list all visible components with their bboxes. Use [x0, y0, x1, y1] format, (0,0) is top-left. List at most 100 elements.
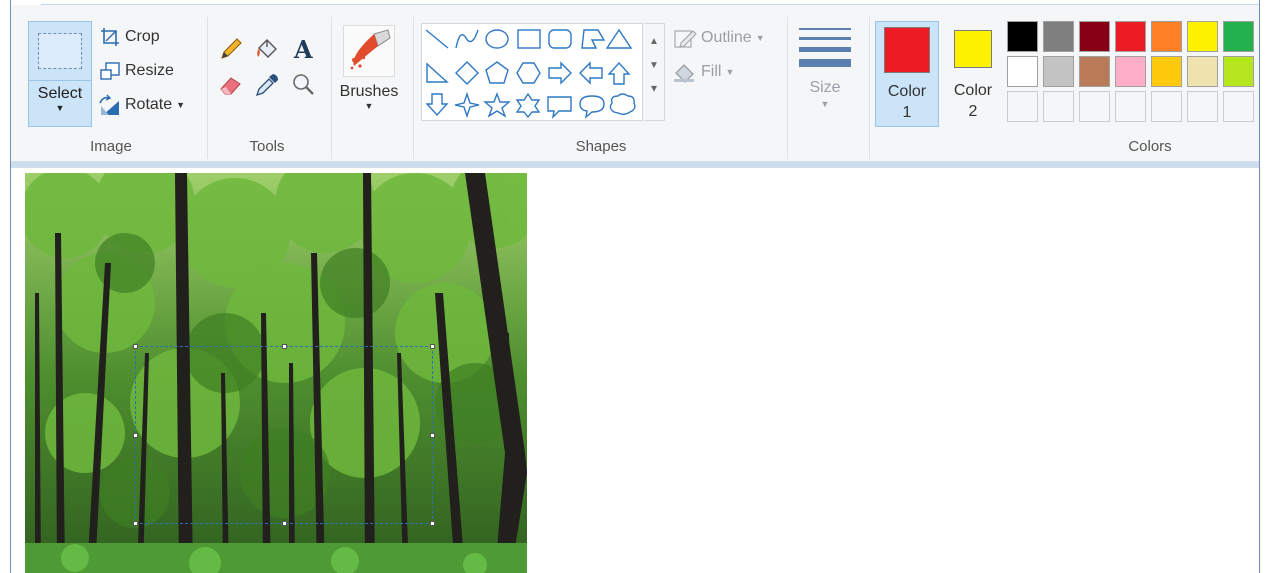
scroll-down-icon[interactable]: ▼ [644, 60, 664, 71]
brushes-label: Brushes [339, 83, 399, 100]
six-point-star-shape-icon [515, 92, 541, 119]
color1-button[interactable]: Color 1 [875, 21, 939, 127]
palette-color-swatch[interactable] [1223, 21, 1254, 52]
rounded-rectangle-shape-icon [548, 29, 572, 49]
brushes-button[interactable]: Brushes ▼ [333, 21, 405, 127]
resize-button[interactable]: Resize [99, 58, 174, 84]
fill-dropdown-arrow-icon[interactable]: ▼ [725, 67, 734, 77]
down-arrow-shape-icon [425, 93, 449, 117]
svg-text:A: A [293, 36, 313, 62]
palette-color-swatch[interactable] [1079, 21, 1110, 52]
rounded-callout-shape-icon [547, 96, 572, 120]
shapes-group-label: Shapes [575, 138, 627, 155]
palette-custom-swatch[interactable] [1151, 91, 1182, 122]
brush-icon [343, 25, 395, 77]
rotate-button[interactable]: Rotate ▼ [97, 92, 185, 118]
crop-button[interactable]: Crop [99, 24, 160, 50]
outline-dropdown-arrow-icon[interactable]: ▼ [756, 33, 765, 43]
palette-custom-swatch[interactable] [1223, 91, 1254, 122]
palette-color-swatch[interactable] [1151, 56, 1182, 87]
resize-handle[interactable] [133, 521, 138, 526]
fill-tool[interactable] [253, 35, 281, 63]
color-picker-icon [255, 74, 278, 97]
color-picker-tool[interactable] [253, 71, 281, 99]
pencil-tool[interactable] [217, 35, 245, 63]
outline-icon [674, 30, 697, 48]
palette-color-swatch[interactable] [1007, 21, 1038, 52]
resize-label: Resize [125, 62, 174, 79]
palette-custom-swatch[interactable] [1187, 91, 1218, 122]
resize-handle[interactable] [133, 344, 138, 349]
select-dropdown-arrow-icon[interactable]: ▼ [29, 103, 91, 113]
magnifier-icon [293, 74, 314, 95]
palette-custom-swatch[interactable] [1043, 91, 1074, 122]
palette-custom-swatch[interactable] [1079, 91, 1110, 122]
curve-shape-icon [455, 29, 479, 49]
pentagon-shape-icon [485, 61, 509, 84]
palette-custom-swatch[interactable] [1115, 91, 1146, 122]
resize-handle[interactable] [430, 344, 435, 349]
crop-label: Crop [125, 28, 160, 45]
palette-custom-swatch[interactable] [1007, 91, 1038, 122]
select-button[interactable]: Select ▼ [28, 21, 92, 127]
rotate-dropdown-arrow-icon[interactable]: ▼ [176, 100, 185, 110]
palette-color-swatch[interactable] [1187, 21, 1218, 52]
resize-handle[interactable] [282, 521, 287, 526]
up-arrow-shape-icon [607, 61, 631, 85]
resize-icon [100, 62, 120, 80]
ribbon: Select ▼ Crop Resize Rotate ▼ Image A To… [11, 5, 1259, 162]
shapes-gallery-icons [425, 28, 636, 120]
color1-swatch [884, 27, 930, 73]
palette-color-swatch[interactable] [1151, 21, 1182, 52]
palette-color-swatch[interactable] [1223, 56, 1254, 87]
paint-window: Select ▼ Crop Resize Rotate ▼ Image A To… [10, 0, 1260, 573]
resize-handle[interactable] [133, 433, 138, 438]
oval-shape-icon [485, 29, 509, 49]
color2-button[interactable]: Color 2 [941, 21, 1005, 127]
resize-handle[interactable] [282, 344, 287, 349]
size-lines-icon [799, 28, 851, 67]
outline-button[interactable]: Outline ▼ [673, 25, 765, 51]
resize-handle[interactable] [430, 433, 435, 438]
color1-label-text: Color [887, 83, 927, 100]
palette-color-swatch[interactable] [1079, 56, 1110, 87]
separator [331, 17, 332, 159]
size-dropdown-arrow-icon[interactable]: ▼ [793, 99, 857, 109]
selection-rectangle[interactable] [133, 344, 435, 526]
cloud-callout-shape-icon [609, 93, 636, 115]
four-point-star-shape-icon [454, 91, 480, 119]
palette-color-swatch[interactable] [1115, 21, 1146, 52]
rotate-icon [99, 94, 119, 115]
triangle-shape-icon [605, 28, 633, 49]
fill-button[interactable]: Fill ▼ [673, 59, 734, 85]
size-button[interactable]: Size ▼ [793, 21, 857, 127]
separator [869, 17, 870, 159]
ribbon-bottom-bar [11, 161, 1259, 168]
resize-handle[interactable] [430, 521, 435, 526]
oval-callout-shape-icon [579, 95, 605, 119]
rotate-label: Rotate [125, 96, 173, 113]
shapes-gallery [421, 23, 643, 121]
crop-icon [101, 28, 119, 46]
select-rectangle-icon [38, 33, 82, 69]
palette-color-swatch[interactable] [1187, 56, 1218, 87]
magnifier-tool[interactable] [289, 71, 317, 99]
palette-color-swatch[interactable] [1043, 56, 1074, 87]
palette-color-swatch[interactable] [1115, 56, 1146, 87]
color1-label: Color 1 [876, 81, 938, 123]
shapes-scroll[interactable]: ▲ ▼ ▾ [644, 23, 665, 121]
eraser-tool[interactable] [217, 71, 245, 99]
size-label: Size [809, 79, 841, 96]
scroll-up-icon[interactable]: ▲ [644, 36, 664, 47]
right-arrow-shape-icon [548, 61, 572, 85]
eraser-icon [220, 77, 241, 95]
tools-group-label: Tools [249, 138, 285, 155]
palette-color-swatch[interactable] [1043, 21, 1074, 52]
palette-color-swatch[interactable] [1007, 56, 1038, 87]
gallery-expand-icon[interactable]: ▾ [644, 81, 664, 95]
colors-group-label: Colors [1128, 138, 1172, 155]
text-tool[interactable]: A [289, 35, 317, 63]
brushes-dropdown-arrow-icon[interactable]: ▼ [333, 101, 405, 111]
select-button-top[interactable] [29, 22, 91, 81]
polygon-shape-icon [581, 29, 606, 49]
